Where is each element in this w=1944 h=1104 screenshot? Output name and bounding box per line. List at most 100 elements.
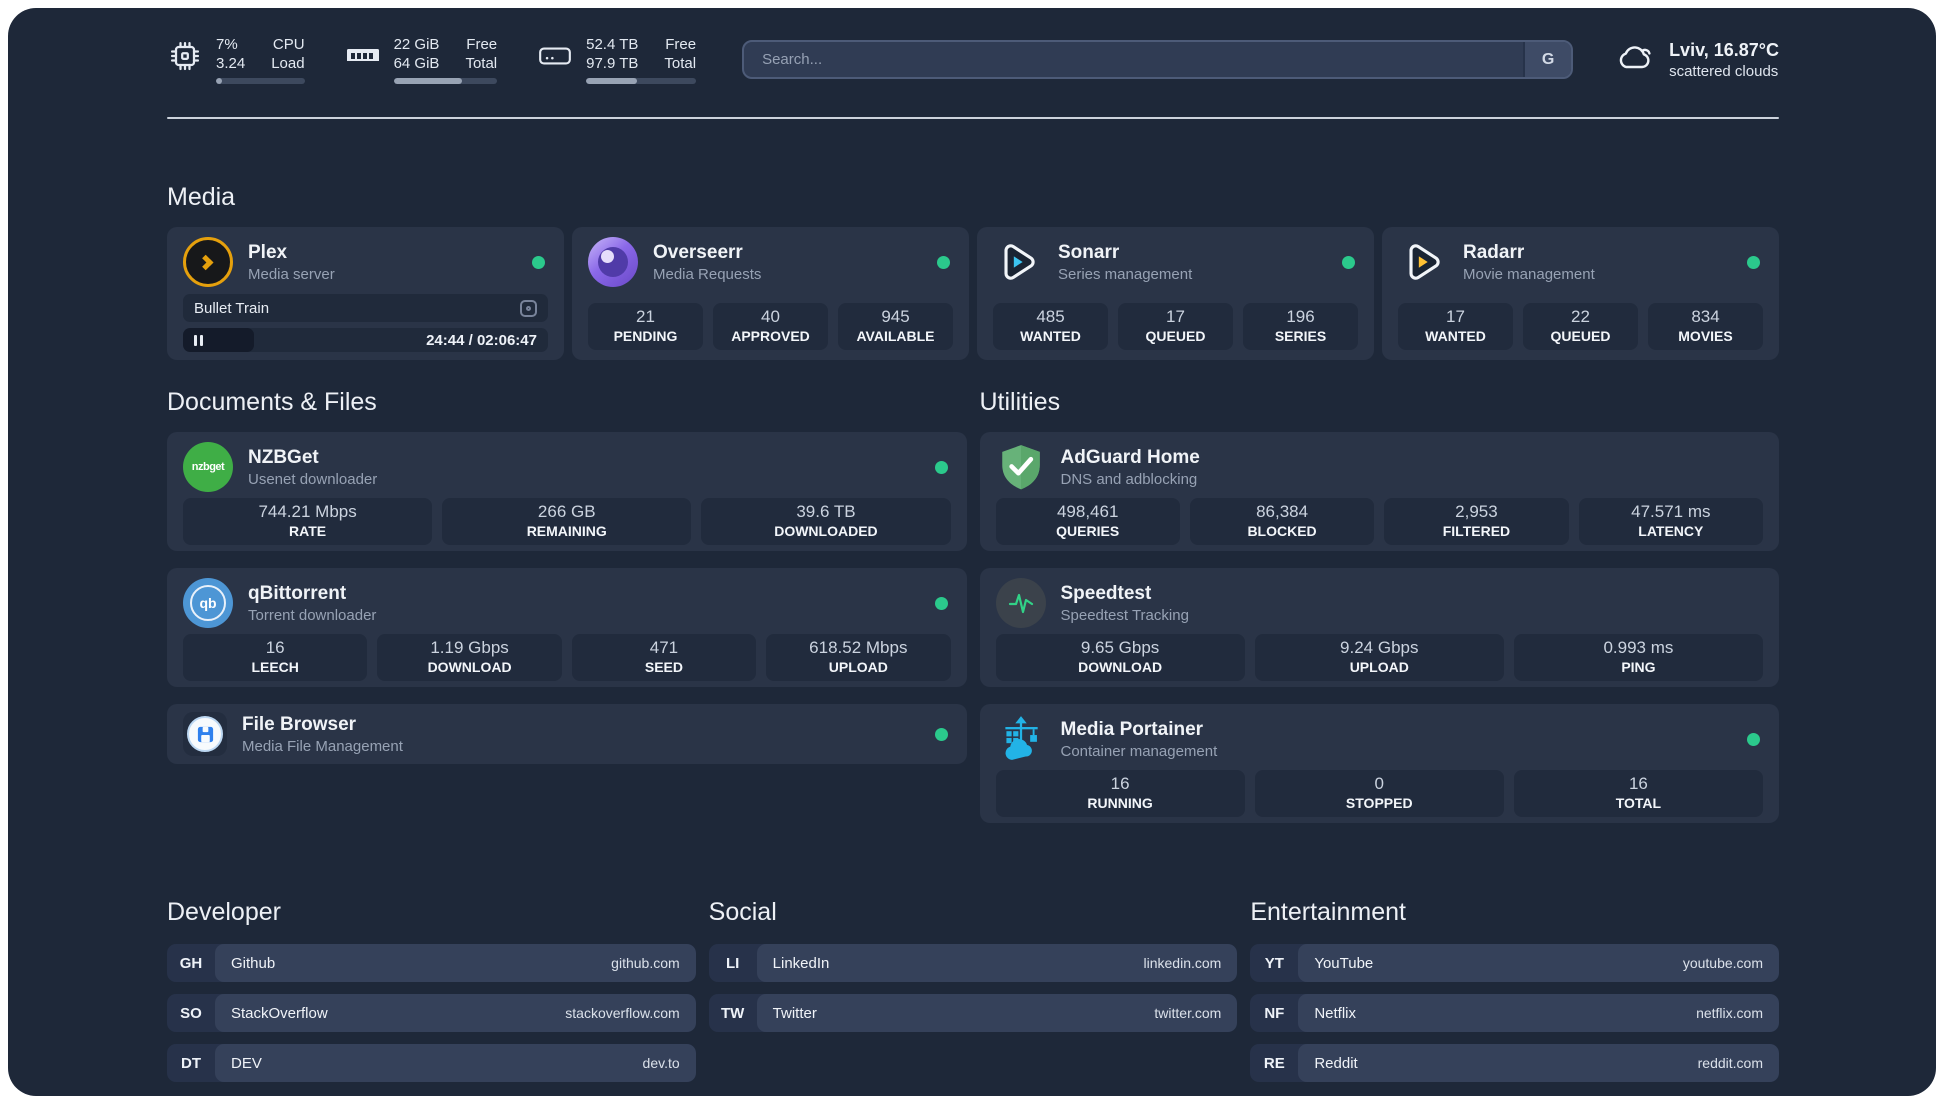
service-title: Speedtest: [1060, 582, 1152, 604]
service-title: AdGuard Home: [1060, 446, 1200, 468]
stat-box: 9.65 Gbps DOWNLOAD: [995, 634, 1245, 681]
section-title-entertainment: Entertainment: [1250, 898, 1406, 926]
service-card-portainer[interactable]: Media Portainer Container management 16 …: [979, 704, 1779, 823]
cast-icon: [520, 299, 537, 317]
stat-box: 485 WANTED: [993, 303, 1108, 350]
cpu-load-label: Load: [271, 55, 305, 72]
stat-box: 945 AVAILABLE: [838, 303, 953, 350]
service-subtitle: Media File Management: [242, 737, 403, 755]
overseerr-icon: [588, 237, 638, 287]
section-title-utilities: Utilities: [979, 388, 1061, 416]
qbittorrent-icon: qb: [183, 578, 233, 628]
stat-box: 16 LEECH: [183, 634, 368, 681]
stat-box: 196 SERIES: [1243, 303, 1358, 350]
link-reddit[interactable]: RE Reddit reddit.com: [1250, 1044, 1779, 1082]
service-subtitle: Speedtest Tracking: [1060, 606, 1189, 624]
service-card-plex[interactable]: Plex Media server Bullet Train 24:44 / 0…: [167, 227, 564, 360]
cpu-usage-value: 7%: [216, 36, 238, 53]
link-youtube[interactable]: YT YouTube youtube.com: [1250, 944, 1779, 982]
search-input[interactable]: [744, 42, 1524, 77]
dashboard: 7% 3.24 CPU Load 22 GiB 64 GiB Free Tota…: [8, 8, 1936, 1096]
cpu-load-value: 3.24: [216, 55, 246, 72]
adguard-icon: [996, 442, 1046, 492]
status-online-dot: [934, 596, 948, 610]
link-dev[interactable]: DT DEV dev.to: [167, 1044, 696, 1082]
service-card-radarr[interactable]: Radarr Movie management 17 WANTED 22 QUE…: [1382, 227, 1779, 360]
system-stats: 7% 3.24 CPU Load 22 GiB 64 GiB Free Tota…: [167, 35, 697, 84]
status-online-dot: [934, 727, 948, 741]
service-title: NZBGet: [248, 446, 319, 468]
service-card-qbittorrent[interactable]: qb qBittorrent Torrent downloader 16 LEE…: [167, 568, 967, 687]
memory-free-value: 22 GiB: [393, 36, 440, 53]
cpu-stat: 7% 3.24 CPU Load: [167, 35, 305, 84]
stat-box: 16 TOTAL: [1513, 770, 1764, 817]
service-card-nzbget[interactable]: nzbget NZBGet Usenet downloader 744.21 M…: [167, 432, 967, 551]
cpu-usage-label: CPU: [272, 36, 305, 53]
link-github[interactable]: GH Github github.com: [167, 944, 696, 982]
service-subtitle: Media server: [248, 265, 335, 283]
section-title-media: Media: [167, 183, 236, 211]
status-online-dot: [532, 255, 545, 269]
service-subtitle: Media Requests: [653, 265, 762, 283]
link-twitter[interactable]: TW Twitter twitter.com: [708, 994, 1238, 1032]
section-title-documents: Documents & Files: [167, 388, 377, 416]
sonarr-icon: [993, 237, 1043, 287]
stat-box: 266 GB REMAINING: [442, 498, 692, 545]
weather-location-temp: Lviv, 16.87°C: [1669, 39, 1779, 60]
status-online-dot: [937, 255, 950, 269]
search-engine-button[interactable]: G: [1523, 42, 1572, 77]
service-title: Plex: [248, 241, 288, 263]
stat-box: 21 PENDING: [588, 303, 703, 350]
link-linkedin[interactable]: LI LinkedIn linkedin.com: [708, 944, 1238, 982]
disk-free-label: Free: [665, 36, 697, 53]
service-card-overseerr[interactable]: Overseerr Media Requests 21 PENDING 40 A…: [572, 227, 969, 360]
speedtest-icon: [995, 578, 1046, 628]
section-title-developer: Developer: [167, 898, 281, 926]
radarr-icon: [1398, 237, 1448, 287]
disk-usage-bar: [586, 78, 697, 84]
cpu-usage-bar-fill: [216, 78, 223, 84]
filebrowser-icon: [183, 712, 227, 756]
service-subtitle: Torrent downloader: [248, 606, 377, 624]
stat-box: 744.21 Mbps RATE: [183, 498, 433, 545]
weather-widget: Lviv, 16.87°C scattered clouds: [1615, 39, 1779, 81]
playback-progress-bar: 24:44 / 02:06:47: [183, 328, 548, 352]
stat-box: 16 RUNNING: [995, 770, 1245, 817]
service-card-sonarr[interactable]: Sonarr Series management 485 WANTED 17 Q…: [977, 227, 1374, 360]
portainer-icon: [996, 714, 1046, 764]
service-card-adguard[interactable]: AdGuard Home DNS and adblocking 498,461 …: [979, 432, 1779, 551]
playback-time: 24:44 / 02:06:47: [426, 331, 537, 349]
service-title: Media Portainer: [1060, 718, 1204, 740]
link-stackoverflow[interactable]: SO StackOverflow stackoverflow.com: [167, 994, 696, 1032]
link-netflix[interactable]: NF Netflix netflix.com: [1250, 994, 1779, 1032]
status-online-dot: [1747, 732, 1760, 746]
search-bar: G: [742, 40, 1574, 79]
stat-box: 17 WANTED: [1398, 303, 1513, 350]
cloud-icon: [1615, 40, 1655, 79]
disk-usage-bar-fill: [586, 78, 637, 84]
service-card-filebrowser[interactable]: File Browser Media File Management: [167, 704, 967, 764]
disk-stat: 52.4 TB 97.9 TB Free Total: [537, 35, 697, 84]
status-online-dot: [1747, 255, 1760, 269]
service-subtitle: Container management: [1060, 742, 1218, 760]
service-subtitle: Usenet downloader: [248, 470, 378, 488]
pause-icon: [194, 334, 203, 346]
memory-stat: 22 GiB 64 GiB Free Total: [345, 35, 498, 84]
cpu-icon: [167, 38, 203, 74]
stat-box: 2,953 FILTERED: [1384, 498, 1569, 545]
stat-box: 0.993 ms PING: [1513, 634, 1764, 681]
service-subtitle: DNS and adblocking: [1060, 470, 1198, 488]
header-divider: [167, 117, 1779, 119]
service-card-speedtest[interactable]: Speedtest Speedtest Tracking 9.65 Gbps D…: [979, 568, 1779, 687]
plex-icon: [183, 237, 233, 287]
playback-progress-fill: [183, 328, 255, 352]
stat-box: 471 SEED: [571, 634, 757, 681]
now-playing-row: Bullet Train: [183, 294, 548, 322]
section-title-social: Social: [708, 898, 777, 926]
memory-total-label: Total: [465, 55, 498, 72]
weather-condition: scattered clouds: [1669, 62, 1779, 80]
stat-box: 86,384 BLOCKED: [1189, 498, 1375, 545]
memory-usage-bar: [393, 78, 498, 84]
service-title: File Browser: [242, 713, 357, 735]
stat-box: 9.24 Gbps UPLOAD: [1254, 634, 1504, 681]
